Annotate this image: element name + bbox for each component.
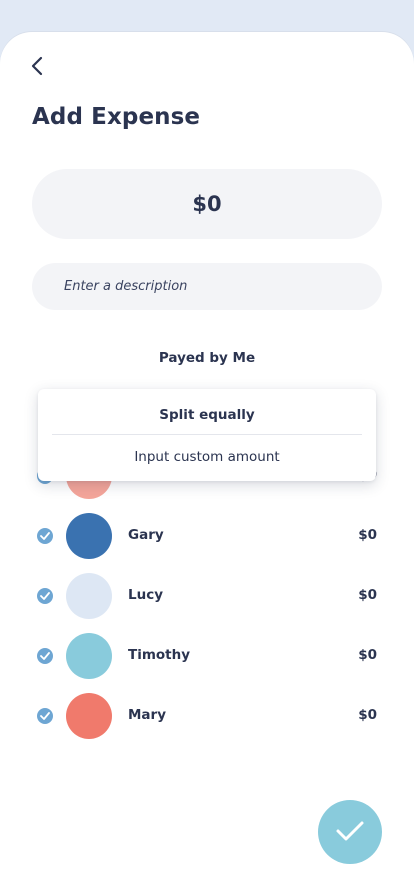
amount-value: $0: [192, 192, 222, 216]
payed-by-selector[interactable]: Payed by Me: [0, 350, 414, 366]
participant-name: Lucy: [128, 587, 164, 603]
participant-checkbox[interactable]: [37, 528, 53, 544]
add-expense-sheet: Add Expense $0 Payed by Me $0 Gary: [0, 32, 414, 896]
avatar: [66, 513, 112, 559]
participant-row: Mary $0: [0, 693, 414, 739]
participant-row: Timothy $0: [0, 633, 414, 679]
confirm-button[interactable]: [318, 800, 382, 864]
chevron-left-icon: [31, 56, 43, 76]
split-equally-option[interactable]: Split equally: [38, 407, 376, 423]
description-input[interactable]: [32, 263, 382, 310]
avatar: [66, 693, 112, 739]
participant-name: Mary: [128, 707, 167, 723]
participant-amount[interactable]: $0: [358, 587, 377, 603]
participant-name: Gary: [128, 527, 164, 543]
participant-checkbox[interactable]: [37, 648, 53, 664]
menu-divider: [52, 434, 362, 435]
checkmark-icon: [40, 712, 50, 720]
split-mode-menu: Split equally Input custom amount: [38, 389, 376, 481]
participant-checkbox[interactable]: [37, 708, 53, 724]
participant-row: Gary $0: [0, 513, 414, 559]
avatar: [66, 573, 112, 619]
page-title: Add Expense: [32, 104, 201, 130]
checkmark-icon: [40, 652, 50, 660]
checkmark-icon: [336, 821, 364, 841]
avatar: [66, 633, 112, 679]
participant-amount[interactable]: $0: [358, 527, 377, 543]
checkmark-icon: [40, 592, 50, 600]
participant-amount[interactable]: $0: [358, 647, 377, 663]
back-button[interactable]: [26, 54, 50, 78]
participant-amount[interactable]: $0: [358, 707, 377, 723]
checkmark-icon: [40, 532, 50, 540]
participant-checkbox[interactable]: [37, 588, 53, 604]
custom-amount-option[interactable]: Input custom amount: [38, 449, 376, 465]
amount-field[interactable]: $0: [32, 169, 382, 239]
participant-name: Timothy: [128, 647, 191, 663]
participant-row: Lucy $0: [0, 573, 414, 619]
